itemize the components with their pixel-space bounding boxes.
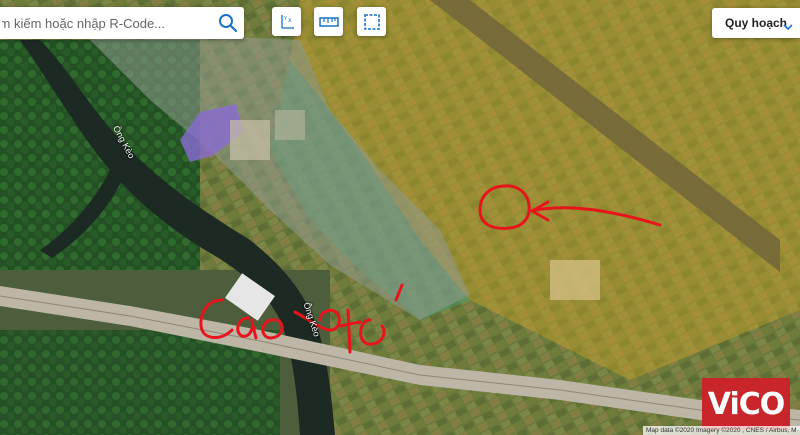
layer-select[interactable]: Quy hoạch (712, 8, 800, 38)
layer-select-label: Quy hoạch (725, 16, 788, 30)
logo-text: ViCO (707, 386, 785, 422)
map-canvas[interactable]: Ông Kèo Ông Kèo (0, 0, 800, 435)
svg-text:y: y (284, 15, 287, 21)
axis-coordinates-icon: x y (280, 14, 294, 29)
search-bar (0, 7, 244, 39)
ruler-icon (318, 16, 339, 27)
vico-logo: ViCO (702, 378, 790, 430)
area-tool-button[interactable] (357, 7, 386, 36)
ruler-tool-button[interactable] (314, 7, 343, 36)
search-input[interactable] (0, 8, 210, 38)
chevron-down-icon (783, 18, 793, 36)
map-attribution: Map data ©2020 Imagery ©2020 , CNES / Ai… (643, 426, 800, 435)
dashed-square-icon (363, 13, 380, 30)
svg-text:x: x (288, 17, 292, 24)
coordinates-tool-button[interactable]: x y (272, 7, 301, 36)
satellite-imagery (0, 0, 800, 435)
search-icon[interactable] (218, 13, 238, 33)
